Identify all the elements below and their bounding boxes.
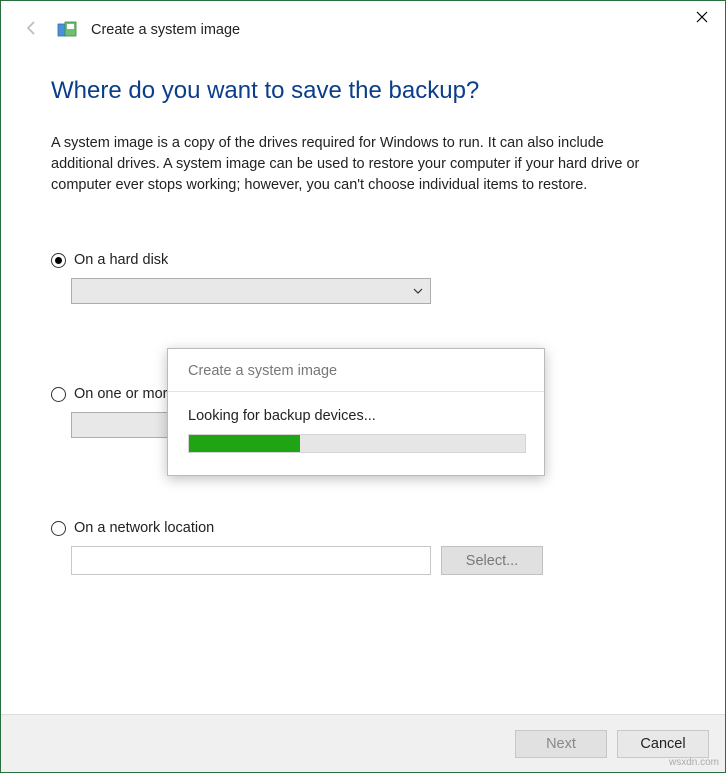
back-arrow-icon (23, 19, 41, 37)
wizard-title: Create a system image (91, 22, 240, 38)
header-row: Create a system image (1, 1, 725, 41)
titlebar (679, 1, 725, 33)
progress-bar-fill (189, 435, 300, 452)
page-heading: Where do you want to save the backup? (51, 77, 675, 105)
option-hard-disk: On a hard disk (51, 252, 675, 304)
system-image-icon (57, 20, 77, 40)
footer: Next Cancel (1, 714, 725, 772)
progress-message: Looking for backup devices... (188, 408, 524, 424)
radio-network[interactable] (51, 521, 66, 536)
network-input-row: Select... (71, 546, 675, 575)
radio-dvd[interactable] (51, 387, 66, 402)
hard-disk-combo[interactable] (71, 278, 431, 304)
watermark: wsxdn.com (669, 757, 719, 768)
radio-network-label: On a network location (74, 520, 214, 536)
progress-dialog-body: Looking for backup devices... (168, 392, 544, 453)
radio-network-row[interactable]: On a network location (51, 520, 675, 536)
radio-dvd-label: On one or more (74, 386, 176, 402)
progress-bar (188, 434, 526, 453)
cancel-button[interactable]: Cancel (617, 730, 709, 758)
radio-hard-disk-label: On a hard disk (74, 252, 168, 268)
select-network-button[interactable]: Select... (441, 546, 543, 575)
chevron-down-icon (406, 279, 430, 303)
option-network: On a network location Select... (51, 520, 675, 575)
back-button[interactable] (23, 19, 43, 41)
radio-hard-disk[interactable] (51, 253, 66, 268)
close-button[interactable] (679, 1, 725, 33)
content-area: Where do you want to save the backup? A … (1, 41, 725, 575)
next-button[interactable]: Next (515, 730, 607, 758)
page-description: A system image is a copy of the drives r… (51, 133, 651, 196)
progress-dialog: Create a system image Looking for backup… (167, 348, 545, 476)
close-icon (696, 11, 708, 23)
wizard-window: Create a system image Where do you want … (0, 0, 726, 773)
progress-dialog-title: Create a system image (168, 349, 544, 392)
network-path-input[interactable] (71, 546, 431, 575)
radio-hard-disk-row[interactable]: On a hard disk (51, 252, 675, 268)
